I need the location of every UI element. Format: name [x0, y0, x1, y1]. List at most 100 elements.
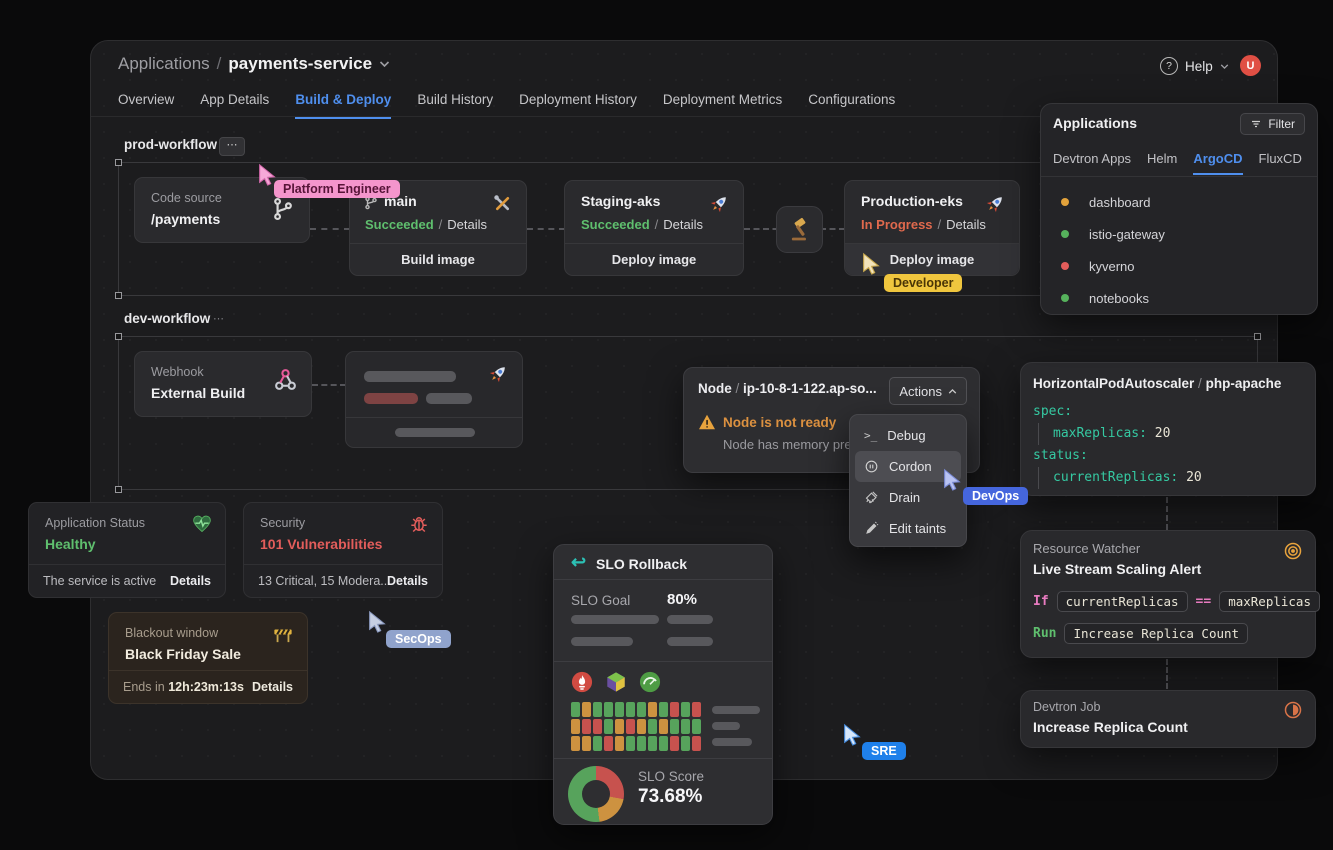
selection-handle[interactable] [1254, 333, 1261, 340]
tab-build-history[interactable]: Build History [417, 92, 493, 119]
tab-app-details[interactable]: App Details [200, 92, 269, 119]
security-footer: 13 Critical, 15 Modera... Details [244, 564, 442, 597]
slo-history-grid [571, 702, 701, 751]
menu-item-edit-taints[interactable]: Edit taints [855, 513, 961, 544]
list-item-kyverno[interactable]: kyverno [1041, 250, 1317, 282]
security-card[interactable]: Security 101 Vulnerabilities 13 Critical… [243, 502, 443, 598]
slo-grid-cell [571, 736, 580, 751]
production-details-link[interactable]: Details [946, 217, 986, 232]
slo-grid-cell [571, 719, 580, 734]
menu-item-label: Edit taints [889, 521, 946, 536]
list-item-dashboard[interactable]: dashboard [1041, 186, 1317, 218]
staging-details-link[interactable]: Details [663, 217, 703, 232]
slo-grid-cell [604, 719, 613, 734]
skeleton-bar [712, 722, 740, 730]
avatar[interactable]: U [1240, 55, 1261, 76]
application-status-card[interactable]: Application Status Healthy The service i… [28, 502, 226, 598]
colon: : [1170, 470, 1186, 485]
app-name: notebooks [1089, 291, 1149, 306]
production-status-row: In Progress / Details [861, 217, 986, 232]
separator: / [655, 217, 659, 232]
separator: / [439, 217, 443, 232]
chevron-down-icon[interactable] [379, 60, 390, 68]
breadcrumb-root[interactable]: Applications [118, 54, 210, 74]
slo-grid-cell [637, 719, 646, 734]
selection-handle[interactable] [115, 159, 122, 166]
skeleton-bar [712, 706, 760, 714]
tab-devtron-apps[interactable]: Devtron Apps [1053, 151, 1131, 175]
separator: / [1198, 376, 1202, 391]
skeleton-bar [571, 637, 633, 646]
menu-item-debug[interactable]: >_ Debug [855, 420, 961, 451]
webhook-card[interactable]: Webhook External Build [134, 351, 312, 417]
skeleton-pipeline-card[interactable] [345, 351, 523, 448]
pipeline-connector [527, 228, 565, 230]
app-name: istio-gateway [1089, 227, 1165, 242]
gavel-icon [787, 217, 813, 243]
slo-grid-cell [681, 736, 690, 751]
staging-deploy-action[interactable]: Deploy image [565, 243, 743, 275]
selection-handle[interactable] [115, 486, 122, 493]
approval-gate-chip[interactable] [776, 206, 823, 253]
slo-grid-cell [593, 736, 602, 751]
resource-watcher-label: Resource Watcher [1033, 541, 1140, 556]
rocket-icon [984, 193, 1006, 215]
panel-divider [554, 758, 772, 759]
production-env-name: Production-eks [861, 193, 963, 209]
pipeline-connector [310, 228, 350, 230]
slo-grid-cell [615, 702, 624, 717]
tab-fluxcd[interactable]: FluxCD [1259, 151, 1302, 175]
applications-tabs: Devtron Apps Helm ArgoCD FluxCD [1053, 151, 1302, 175]
devtron-job-panel: Devtron Job Increase Replica Count [1020, 690, 1316, 748]
slo-grid-cell [626, 736, 635, 751]
help-menu[interactable]: ? Help [1160, 57, 1229, 75]
tab-helm[interactable]: Helm [1147, 151, 1177, 175]
donut-hole [582, 780, 610, 808]
build-details-link[interactable]: Details [447, 217, 487, 232]
dev-workflow-title: dev-workflow [124, 311, 210, 326]
node-name: ip-10-8-1-122.ap-so... [743, 381, 877, 396]
blackout-label: Blackout window [125, 626, 218, 640]
selection-handle[interactable] [115, 333, 122, 340]
tab-build-deploy[interactable]: Build & Deploy [295, 92, 391, 119]
app-status-label: Application Status [45, 516, 145, 530]
filter-button[interactable]: Filter [1240, 113, 1305, 135]
cursor-label-sre: SRE [862, 742, 906, 760]
branch-icon [364, 196, 378, 210]
security-details-link[interactable]: Details [387, 574, 428, 588]
cursor-label-developer: Developer [884, 274, 962, 292]
app-status-details-link[interactable]: Details [170, 574, 211, 588]
staging-pipeline-card[interactable]: Staging-aks Succeeded / Details Deploy i… [564, 180, 744, 276]
list-item-notebooks[interactable]: notebooks [1041, 282, 1317, 314]
actions-button[interactable]: Actions [889, 377, 967, 405]
slo-grid-cell [692, 719, 701, 734]
build-image-action[interactable]: Build image [350, 243, 526, 275]
git-icon [270, 196, 296, 222]
devtron-job-title: Increase Replica Count [1033, 719, 1188, 735]
tab-configurations[interactable]: Configurations [808, 92, 895, 119]
blackout-details-link[interactable]: Details [252, 680, 293, 694]
slo-grid-cell [637, 702, 646, 717]
drain-icon [864, 490, 879, 505]
build-tools-icon [492, 193, 513, 214]
tab-deployment-metrics[interactable]: Deployment Metrics [663, 92, 782, 119]
selection-handle[interactable] [115, 292, 122, 299]
prometheus-icon [571, 671, 593, 693]
tab-argocd[interactable]: ArgoCD [1193, 151, 1242, 175]
cursor-label-devops: DevOps [963, 487, 1028, 505]
list-item-istio-gateway[interactable]: istio-gateway [1041, 218, 1317, 250]
app-status-footer: The service is active Details [29, 564, 225, 597]
applications-panel: Applications Filter Devtron Apps Helm Ar… [1040, 103, 1318, 315]
tab-deployment-history[interactable]: Deployment History [519, 92, 637, 119]
condition-right-chip: maxReplicas [1219, 591, 1320, 612]
skeleton-bar [712, 738, 752, 746]
page-title: payments-service [228, 54, 372, 74]
status-dot [1061, 230, 1069, 238]
tab-overview[interactable]: Overview [118, 92, 174, 119]
prod-workflow-more-button[interactable]: ⋯ [219, 137, 245, 156]
resource-kind: HorizontalPodAutoscaler [1033, 376, 1194, 391]
cursor-secops [366, 610, 388, 633]
dev-workflow-more-button[interactable]: ⋯ [213, 312, 225, 325]
blackout-window-card[interactable]: Blackout window Black Friday Sale Ends i… [108, 612, 308, 704]
applications-panel-title: Applications [1053, 115, 1137, 131]
